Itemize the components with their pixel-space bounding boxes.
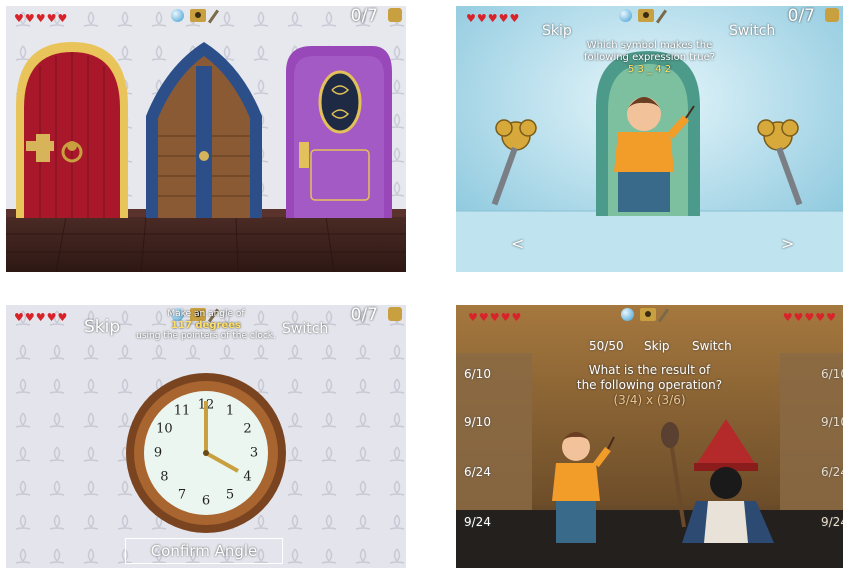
question-line-1: Which symbol makes the bbox=[586, 40, 713, 51]
clock-numeral: 9 bbox=[153, 445, 163, 461]
confirm-angle-button[interactable]: Confirm Angle bbox=[125, 538, 283, 564]
answer-option-2[interactable]: 9/10 bbox=[464, 415, 491, 429]
clock-numeral: 4 bbox=[243, 469, 252, 485]
clock-face[interactable]: 12 1 2 3 4 5 6 7 8 9 10 11 bbox=[144, 391, 268, 515]
next-arrow-button[interactable]: > bbox=[781, 234, 794, 253]
angle-value: 117 degrees bbox=[171, 320, 241, 331]
key-icon bbox=[388, 307, 402, 321]
question-text: Which symbol makes the following express… bbox=[556, 40, 743, 76]
answer-option-3-right: 6/24 bbox=[821, 465, 843, 479]
key-icon bbox=[825, 8, 839, 22]
previous-arrow-button[interactable]: < bbox=[511, 234, 524, 253]
clock-numeral: 11 bbox=[173, 403, 191, 419]
clock-numeral: 3 bbox=[249, 445, 259, 461]
skip-button[interactable]: Skip bbox=[84, 317, 120, 337]
skip-button[interactable]: Skip bbox=[644, 339, 670, 353]
symbol-question-scene: ♥♥♥♥♥ 0/7 Skip Switch Which symbol makes… bbox=[456, 6, 843, 272]
lives-hearts: ♥♥♥♥♥ bbox=[466, 12, 521, 25]
expression: 5 3 _ 4 2 bbox=[627, 64, 672, 75]
clock-numeral: 12 bbox=[197, 397, 215, 413]
hud-icons bbox=[171, 9, 220, 24]
doors-scene: ♥♥♥♥♥ 0/7 bbox=[6, 6, 406, 272]
clock-numeral: 1 bbox=[225, 403, 235, 419]
crystal-ball-icon[interactable] bbox=[621, 308, 634, 321]
prompt-line-1: Make an angle of bbox=[167, 309, 245, 319]
hud-icons bbox=[619, 9, 668, 24]
player-hearts: ♥♥♥♥♥ bbox=[468, 311, 523, 324]
hud-icons bbox=[621, 308, 670, 323]
question-line-2: the following operation? bbox=[576, 378, 723, 392]
lives-hearts: ♥♥♥♥♥ bbox=[14, 311, 69, 324]
enemy-hearts: ♥♥♥♥♥ bbox=[782, 311, 837, 324]
angle-prompt: Make an angle of 117 degrees using the p… bbox=[116, 309, 296, 342]
doors-background bbox=[6, 6, 406, 272]
clock-numeral: 7 bbox=[177, 487, 187, 503]
fraction-quiz-scene: ♥♥♥♥♥ ♥♥♥♥♥ 50/50 Skip Switch What is th… bbox=[456, 305, 843, 568]
lives-hearts: ♥♥♥♥♥ bbox=[14, 12, 69, 25]
key-icon bbox=[388, 8, 402, 22]
crystal-ball-icon[interactable] bbox=[171, 9, 184, 22]
answer-option-2-right: 9/10 bbox=[821, 415, 843, 429]
score-counter: 0/7 bbox=[350, 6, 378, 26]
eye-scroll-icon[interactable] bbox=[640, 308, 656, 321]
score-counter: 0/7 bbox=[350, 305, 378, 325]
clock-numeral: 5 bbox=[225, 487, 235, 503]
switch-button[interactable]: Switch bbox=[729, 23, 775, 39]
score-counter: 0/7 bbox=[787, 6, 815, 26]
switch-button[interactable]: Switch bbox=[692, 339, 732, 353]
prompt-line-2: using the pointers of the clock. bbox=[136, 331, 276, 341]
skip-button[interactable]: Skip bbox=[542, 23, 572, 39]
clock-angle-scene: 12 1 2 3 4 5 6 7 8 9 10 11 ♥♥♥♥♥ 0/7 Skip Switch Ma… bbox=[6, 305, 406, 568]
answer-option-3[interactable]: 6/24 bbox=[464, 465, 491, 479]
crystal-ball-icon[interactable] bbox=[619, 9, 632, 22]
clock-numeral: 2 bbox=[243, 421, 252, 437]
question-line-2: following expression true? bbox=[583, 52, 716, 63]
clock-numeral: 6 bbox=[201, 493, 211, 509]
clock-numeral: 8 bbox=[160, 469, 169, 485]
question-line-1: What is the result of bbox=[588, 363, 711, 377]
operation-question: What is the result of the following oper… bbox=[544, 363, 755, 408]
answer-option-4[interactable]: 9/24 bbox=[464, 515, 491, 529]
clock-numeral: 10 bbox=[156, 421, 173, 437]
confirm-angle-label: Confirm Angle bbox=[150, 542, 258, 560]
answer-option-1[interactable]: 6/10 bbox=[464, 367, 491, 381]
fifty-fifty-button[interactable]: 50/50 bbox=[589, 339, 624, 353]
eye-scroll-icon[interactable] bbox=[638, 9, 654, 22]
answer-option-1-right: 6/10 bbox=[821, 367, 843, 381]
answer-option-4-right: 9/24 bbox=[821, 515, 843, 529]
operation: (3/4) x (3/6) bbox=[613, 393, 686, 407]
eye-scroll-icon[interactable] bbox=[190, 9, 206, 22]
